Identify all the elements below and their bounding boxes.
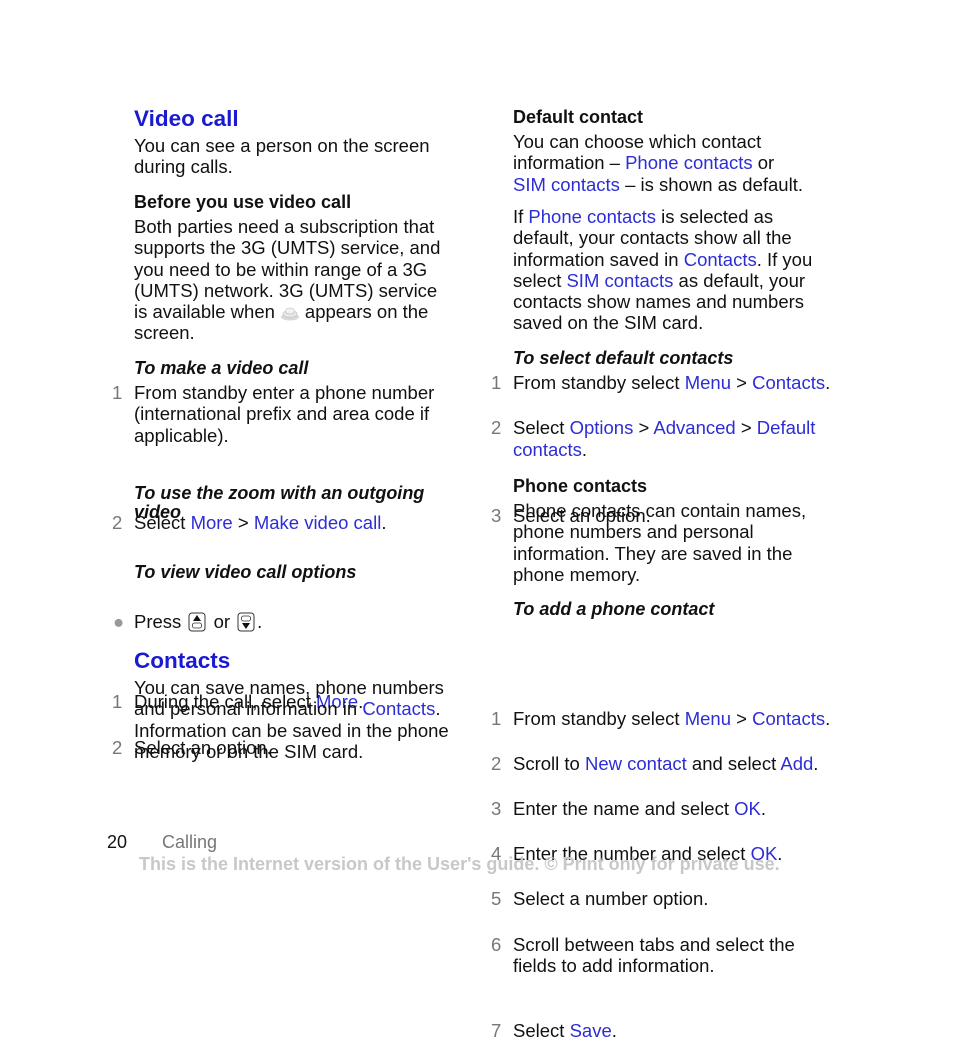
video-call-title: Video call — [134, 106, 239, 131]
page-number: 20 — [107, 832, 128, 852]
add-contact-step: 6 Scroll between tabs and select the fiel… — [491, 933, 795, 976]
copyright-notice: This is the Internet version of the User… — [139, 854, 780, 874]
video-call-intro: You can see a person on the screen durin… — [134, 135, 430, 178]
bullet-icon: ● — [113, 611, 125, 633]
options-link[interactable]: Options — [570, 417, 634, 438]
before-video-call-text: Both parties need a subscription that su… — [134, 216, 441, 344]
add-contact-step: 5 Select a number option. — [491, 888, 709, 910]
3g-network-icon — [279, 304, 301, 321]
zoom-heading: To use the zoom with an outgoing video — [134, 483, 425, 522]
video-call-options-heading: To view video call options — [134, 562, 357, 582]
right-column: Default contact You can choose which con… — [491, 0, 853, 1041]
default-contact-p2: If Phone contacts is selected as default… — [513, 206, 813, 334]
phone-contacts-text: Phone contacts can contain names, phone … — [513, 500, 807, 585]
before-video-call-heading: Before you use video call — [134, 192, 352, 212]
add-contact-step: 1 From standby select Menu > Contacts. — [491, 708, 831, 730]
contacts-link[interactable]: Contacts — [684, 249, 757, 270]
save-link[interactable]: Save — [570, 1020, 612, 1041]
default-contact-p1: You can choose which contact information… — [513, 131, 803, 195]
add-contact-step: 2 Scroll to New contact and select Add. — [491, 753, 819, 775]
left-column: Video call You can see a person on the s… — [112, 0, 474, 762]
select-default-step: 1 From standby select Menu > Contacts. — [491, 372, 831, 393]
navigation-key-up-icon — [188, 612, 206, 632]
contacts-link[interactable]: Contacts — [752, 708, 825, 729]
section-name: Calling — [162, 832, 218, 852]
make-call-step: 1 From standby enter a phone number (inte… — [112, 382, 435, 446]
ok-link[interactable]: OK — [734, 798, 761, 819]
add-phone-contact-heading: To add a phone contact — [513, 599, 715, 619]
default-contact-heading: Default contact — [513, 107, 644, 127]
zoom-step: ● Press or . — [113, 611, 263, 633]
select-default-contacts-heading: To select default contacts — [513, 348, 734, 368]
new-contact-link[interactable]: New contact — [585, 753, 687, 774]
navigation-key-down-icon — [237, 612, 255, 632]
phone-contacts-link[interactable]: Phone contacts — [528, 206, 656, 227]
menu-link[interactable]: Menu — [685, 372, 731, 393]
contacts-link[interactable]: Contacts — [362, 698, 435, 719]
phone-contacts-link[interactable]: Phone contacts — [625, 152, 753, 173]
make-video-call-heading: To make a video call — [134, 358, 309, 378]
select-default-step: 2 Select Options > Advanced > Default con… — [491, 417, 816, 460]
add-contact-step: 7 Select Save. — [491, 1020, 617, 1042]
add-link[interactable]: Add — [780, 753, 813, 774]
sim-contacts-link[interactable]: SIM contacts — [513, 174, 620, 195]
contacts-intro: You can save names, phone numbers and pe… — [134, 677, 449, 762]
contacts-title: Contacts — [134, 648, 231, 673]
advanced-link[interactable]: Advanced — [653, 417, 735, 438]
menu-link[interactable]: Menu — [685, 708, 731, 729]
phone-contacts-heading: Phone contacts — [513, 476, 648, 496]
contacts-link[interactable]: Contacts — [752, 372, 825, 393]
add-contact-step: 3 Enter the name and select OK. — [491, 797, 766, 819]
sim-contacts-link[interactable]: SIM contacts — [566, 270, 673, 291]
